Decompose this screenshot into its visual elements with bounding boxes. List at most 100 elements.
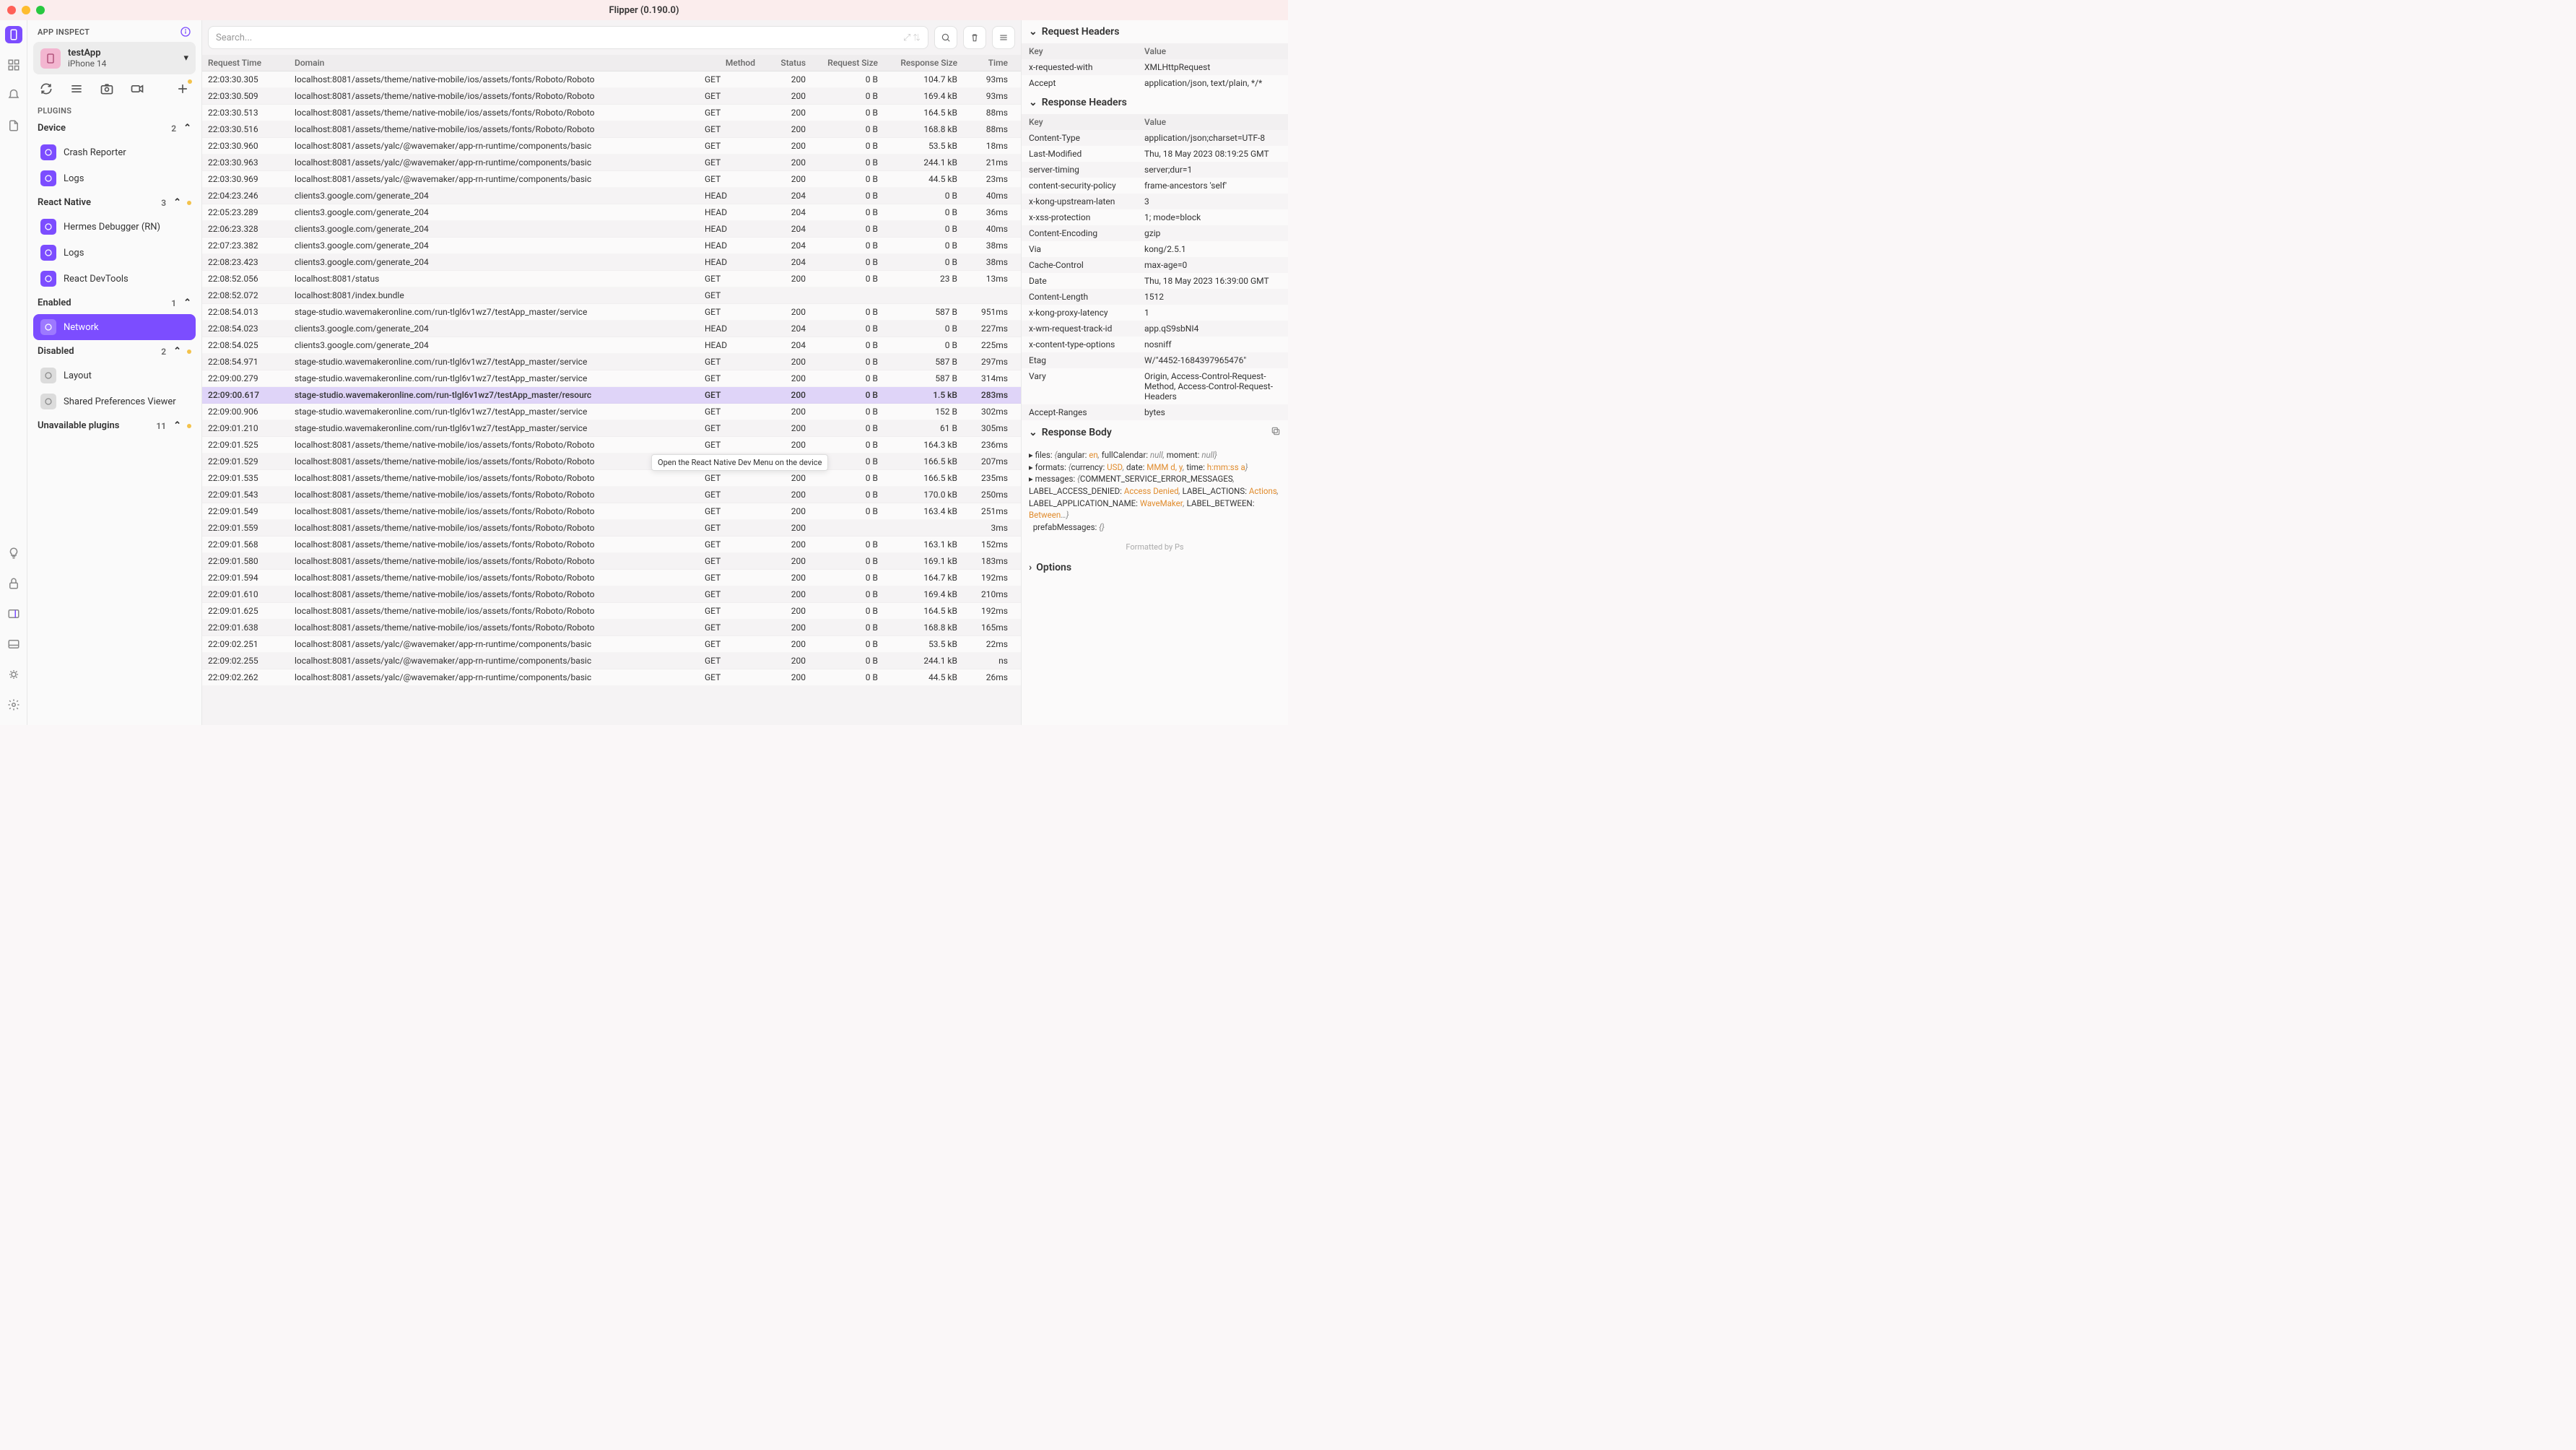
table-row[interactable]: 22:09:02.251localhost:8081/assets/yalc/@… [202,636,1021,653]
response-body-viewer[interactable]: ▸ files: {angular: en, fullCalendar: nul… [1022,445,1288,538]
copy-icon[interactable] [1271,426,1281,439]
response-headers-section[interactable]: ⌄Response Headers [1022,91,1288,114]
minimize-window-button[interactable] [22,6,30,14]
table-row[interactable]: 22:08:54.025clients3.google.com/generate… [202,337,1021,354]
table-row[interactable]: 22:08:52.056localhost:8081/statusGET2000… [202,271,1021,287]
table-row[interactable]: 22:03:30.513localhost:8081/assets/theme/… [202,105,1021,121]
col-time[interactable]: Time [965,58,1015,68]
sparkle-icon[interactable] [175,82,190,96]
table-row[interactable]: 22:09:01.535localhost:8081/assets/theme/… [202,470,1021,487]
header-row: DateThu, 18 May 2023 16:39:00 GMT [1022,273,1288,289]
table-row[interactable]: 22:09:01.610localhost:8081/assets/theme/… [202,586,1021,603]
refresh-icon[interactable] [39,82,53,96]
col-status[interactable]: Status [762,58,813,68]
table-row[interactable]: 22:09:01.525localhost:8081/assets/theme/… [202,437,1021,453]
file-tab[interactable] [5,117,22,134]
table-row[interactable]: 22:09:01.568localhost:8081/assets/theme/… [202,537,1021,553]
options-section[interactable]: ›Options [1022,556,1288,579]
table-row[interactable]: 22:08:54.013stage-studio.wavemakeronline… [202,304,1021,321]
table-row[interactable]: 22:03:30.305localhost:8081/assets/theme/… [202,71,1021,88]
table-row[interactable]: 22:09:00.279stage-studio.wavemakeronline… [202,370,1021,387]
sidebar-item[interactable]: Network [33,314,196,340]
bug-icon[interactable] [5,666,22,683]
group-disabled[interactable]: Disabled 2 ⌃ [33,340,196,362]
table-row[interactable]: 22:09:02.255localhost:8081/assets/yalc/@… [202,653,1021,669]
table-row[interactable]: 22:03:30.516localhost:8081/assets/theme/… [202,121,1021,138]
col-method[interactable]: Method [705,58,762,68]
table-row[interactable]: 22:04:23.246clients3.google.com/generate… [202,188,1021,204]
col-domain[interactable]: Domain [295,58,705,68]
sidebar-item[interactable]: Layout [33,362,196,388]
lock-icon[interactable] [5,575,22,592]
network-table-body[interactable]: 22:03:30.305localhost:8081/assets/theme/… [202,71,1021,725]
titlebar: Flipper (0.190.0) [0,0,1288,20]
table-row[interactable]: 22:09:01.529localhost:8081/assets/theme/… [202,453,1021,470]
device-selector[interactable]: testApp iPhone 14 ▾ [33,42,196,74]
sidebar-item[interactable]: Logs [33,165,196,191]
header-row: content-security-policyframe-ancestors '… [1022,178,1288,194]
panel-right-icon[interactable] [5,605,22,622]
header-row: x-wm-request-track-idapp.qS9sbNI4 [1022,321,1288,337]
table-row[interactable]: 22:06:23.328clients3.google.com/generate… [202,221,1021,238]
sidebar-item[interactable]: Hermes Debugger (RN) [33,214,196,240]
table-row[interactable]: 22:09:00.617stage-studio.wavemakeronline… [202,387,1021,404]
table-row[interactable]: 22:09:01.210stage-studio.wavemakeronline… [202,420,1021,437]
table-row[interactable]: 22:09:00.906stage-studio.wavemakeronline… [202,404,1021,420]
table-row[interactable]: 22:08:52.072localhost:8081/index.bundleG… [202,287,1021,304]
video-icon[interactable] [130,82,144,96]
table-row[interactable]: 22:09:01.594localhost:8081/assets/theme/… [202,570,1021,586]
table-row[interactable]: 22:03:30.969localhost:8081/assets/yalc/@… [202,171,1021,188]
sidebar-item[interactable]: Shared Preferences Viewer [33,388,196,414]
close-window-button[interactable] [7,6,16,14]
col-response-size[interactable]: Response Size [885,58,965,68]
delete-button[interactable] [963,26,986,49]
chevron-up-icon: ⌃ [183,123,191,134]
header-row: Content-Typeapplication/json;charset=UTF… [1022,130,1288,146]
request-headers-section[interactable]: ⌄Request Headers [1022,20,1288,43]
group-unavailable[interactable]: Unavailable plugins 11 ⌃ [33,414,196,437]
search-input[interactable]: Search...⤢ ⇅ [208,26,928,49]
expand-icon[interactable]: ⤢ ⇅ [903,32,921,43]
table-row[interactable]: 22:09:01.625localhost:8081/assets/theme/… [202,603,1021,620]
table-row[interactable]: 22:03:30.960localhost:8081/assets/yalc/@… [202,138,1021,155]
header-row: x-kong-upstream-laten3 [1022,194,1288,209]
table-row[interactable]: 22:05:23.289clients3.google.com/generate… [202,204,1021,221]
sidebar-item[interactable]: React DevTools [33,266,196,292]
header-row: Cache-Controlmax-age=0 [1022,257,1288,273]
table-row[interactable]: 22:08:54.971stage-studio.wavemakeronline… [202,354,1021,370]
sidebar-item[interactable]: Logs [33,240,196,266]
table-row[interactable]: 22:08:23.423clients3.google.com/generate… [202,254,1021,271]
table-row[interactable]: 22:09:01.543localhost:8081/assets/theme/… [202,487,1021,503]
table-row[interactable]: 22:09:01.580localhost:8081/assets/theme/… [202,553,1021,570]
maximize-window-button[interactable] [36,6,45,14]
col-request-size[interactable]: Request Size [813,58,885,68]
more-menu-button[interactable] [992,26,1015,49]
table-row[interactable]: 22:03:30.963localhost:8081/assets/yalc/@… [202,155,1021,171]
plugins-grid-tab[interactable] [5,56,22,74]
search-button[interactable] [934,26,957,49]
table-row[interactable]: 22:09:01.549localhost:8081/assets/theme/… [202,503,1021,520]
group-enabled[interactable]: Enabled 1 ⌃ [33,292,196,314]
settings-icon[interactable] [5,696,22,713]
group-react-native[interactable]: React Native 3 ⌃ [33,191,196,214]
group-device[interactable]: Device 2 ⌃ [33,117,196,139]
bulb-icon[interactable] [5,544,22,562]
sidebar-item[interactable]: Crash Reporter [33,139,196,165]
table-row[interactable]: 22:09:02.262localhost:8081/assets/yalc/@… [202,669,1021,686]
menu-icon[interactable] [69,82,84,96]
panel-bottom-icon[interactable] [5,635,22,653]
table-row[interactable]: 22:07:23.382clients3.google.com/generate… [202,238,1021,254]
info-icon[interactable] [180,26,191,38]
app-inspect-tab[interactable] [5,26,22,43]
notifications-tab[interactable] [5,87,22,104]
phone-icon [40,48,61,69]
sidebar-item-label: React DevTools [64,274,129,285]
camera-icon[interactable] [100,82,114,96]
table-row[interactable]: 22:09:01.638localhost:8081/assets/theme/… [202,620,1021,636]
table-row[interactable]: 22:09:01.559localhost:8081/assets/theme/… [202,520,1021,537]
response-body-section[interactable]: ⌄Response Body [1022,420,1288,445]
table-row[interactable]: 22:08:54.023clients3.google.com/generate… [202,321,1021,337]
col-request-time[interactable]: Request Time [208,58,295,68]
chevron-right-icon: › [1029,562,1032,573]
table-row[interactable]: 22:03:30.509localhost:8081/assets/theme/… [202,88,1021,105]
